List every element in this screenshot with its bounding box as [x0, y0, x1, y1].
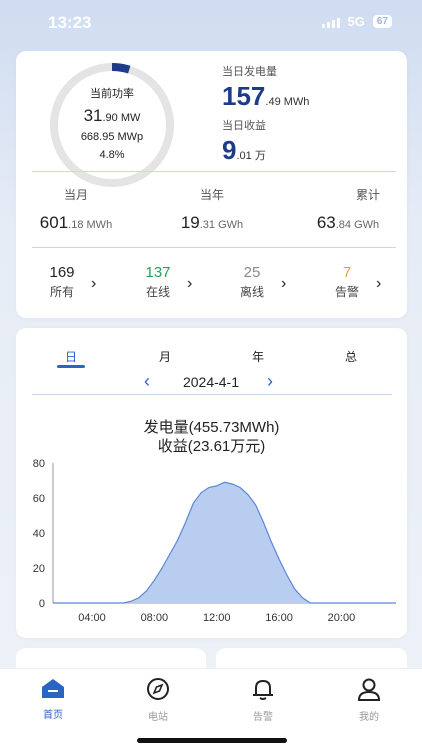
status-indicators: 5G 67: [321, 14, 392, 29]
stat-label: 当年: [199, 188, 224, 202]
tab-total[interactable]: 总: [331, 348, 371, 365]
x-tick-label: 16:00: [265, 612, 293, 624]
generation-chart-card: 日 月 年 总 ‹ 2024-4-1 › 发电量(455.73MWh) 收益(2…: [16, 328, 407, 638]
stat-total: 累计 63.84 GWh: [288, 186, 408, 233]
y-tick-label: 40: [33, 528, 45, 540]
selected-date[interactable]: 2024-4-1: [161, 374, 261, 390]
signal-icon: [321, 16, 340, 28]
chart-title: 发电量(455.73MWh) 收益(23.61万元): [16, 418, 407, 456]
battery-icon: 67: [372, 15, 392, 28]
network-label: 5G: [347, 14, 365, 29]
divider: [32, 394, 392, 395]
nav-profile[interactable]: 我的: [344, 677, 394, 723]
nav-stations[interactable]: 电站: [133, 677, 183, 723]
stat-label: 当月: [63, 188, 88, 202]
stat-year: 当年 19.31 GWh: [152, 186, 272, 233]
today-income-value: 9.01 万: [222, 135, 266, 165]
home-icon: [42, 679, 64, 698]
nav-label: 电站: [148, 712, 168, 723]
nav-alarms[interactable]: 告警: [238, 677, 288, 723]
stat-value: 601.18 MWh: [39, 213, 113, 232]
stat-label: 累计: [355, 188, 380, 202]
installed-capacity: 668.95 MWp: [80, 131, 144, 143]
count-value: 25: [243, 264, 261, 281]
summary-card: 当前功率 31.90 MW 668.95 MWp 4.8% 当日发电量 157.…: [16, 51, 407, 318]
stat-month: 当月 601.18 MWh: [16, 186, 136, 233]
nav-home[interactable]: 首页: [28, 677, 78, 721]
x-tick-label: 12:00: [203, 612, 231, 624]
tab-day[interactable]: 日: [51, 348, 91, 365]
chevron-right-icon: ›: [281, 275, 287, 292]
x-tick-label: 08:00: [141, 612, 169, 624]
tab-year[interactable]: 年: [238, 348, 278, 365]
chart-title-generation: 发电量(455.73MWh): [143, 419, 280, 436]
generation-area-chart: 0 20 40 60 80 04:00 08:00 12:00 16:00 20:00: [33, 458, 396, 624]
count-value: 7: [342, 264, 352, 281]
divider: [32, 247, 396, 248]
active-tab-indicator: [57, 365, 85, 368]
bell-icon: [253, 679, 273, 700]
divider: [32, 171, 396, 172]
x-tick-label: 20:00: [328, 612, 356, 624]
nav-label: 我的: [359, 712, 379, 723]
generation-area: [53, 482, 396, 603]
x-tick-label: 04:00: [78, 612, 106, 624]
stat-value: 63.84 GWh: [316, 213, 380, 232]
user-icon: [357, 678, 381, 701]
compass-icon: [147, 678, 169, 700]
power-gauge: 当前功率 31.90 MW 668.95 MWp 4.8%: [48, 61, 176, 189]
home-indicator: [137, 738, 287, 743]
status-bar: 13:23 5G 67: [0, 0, 422, 46]
power-percent: 4.8%: [99, 149, 125, 161]
current-power: 31.90 MW: [83, 106, 141, 125]
y-tick-label: 0: [39, 598, 45, 610]
today-income-label: 当日收益: [222, 120, 266, 132]
count-label: 离线: [239, 285, 264, 299]
count-value: 137: [145, 264, 171, 281]
count-value: 169: [49, 264, 75, 281]
chevron-right-icon: ›: [376, 275, 382, 292]
chevron-right-icon: ›: [91, 275, 97, 292]
count-label: 所有: [49, 285, 74, 299]
next-date-icon[interactable]: ›: [267, 371, 273, 392]
tab-month[interactable]: 月: [145, 348, 185, 365]
today-income: 当日收益 9.01 万: [222, 117, 266, 166]
y-tick-label: 20: [33, 563, 45, 575]
y-tick-label: 80: [33, 458, 45, 470]
nav-label: 首页: [43, 710, 63, 721]
count-label: 在线: [145, 285, 170, 299]
today-gen-value: 157.49 MWh: [222, 81, 310, 111]
status-time: 13:23: [48, 13, 92, 32]
date-selector: ‹ 2024-4-1 ›: [16, 371, 407, 394]
count-label: 告警: [334, 285, 359, 299]
today-generation: 当日发电量 157.49 MWh: [222, 63, 309, 112]
y-tick-label: 60: [33, 493, 45, 505]
prev-date-icon[interactable]: ‹: [144, 371, 150, 392]
gauge-label: 当前功率: [90, 88, 134, 100]
today-gen-label: 当日发电量: [222, 66, 277, 78]
stat-value: 19.31 GWh: [180, 213, 244, 232]
nav-label: 告警: [253, 712, 273, 723]
chevron-right-icon: ›: [187, 275, 193, 292]
